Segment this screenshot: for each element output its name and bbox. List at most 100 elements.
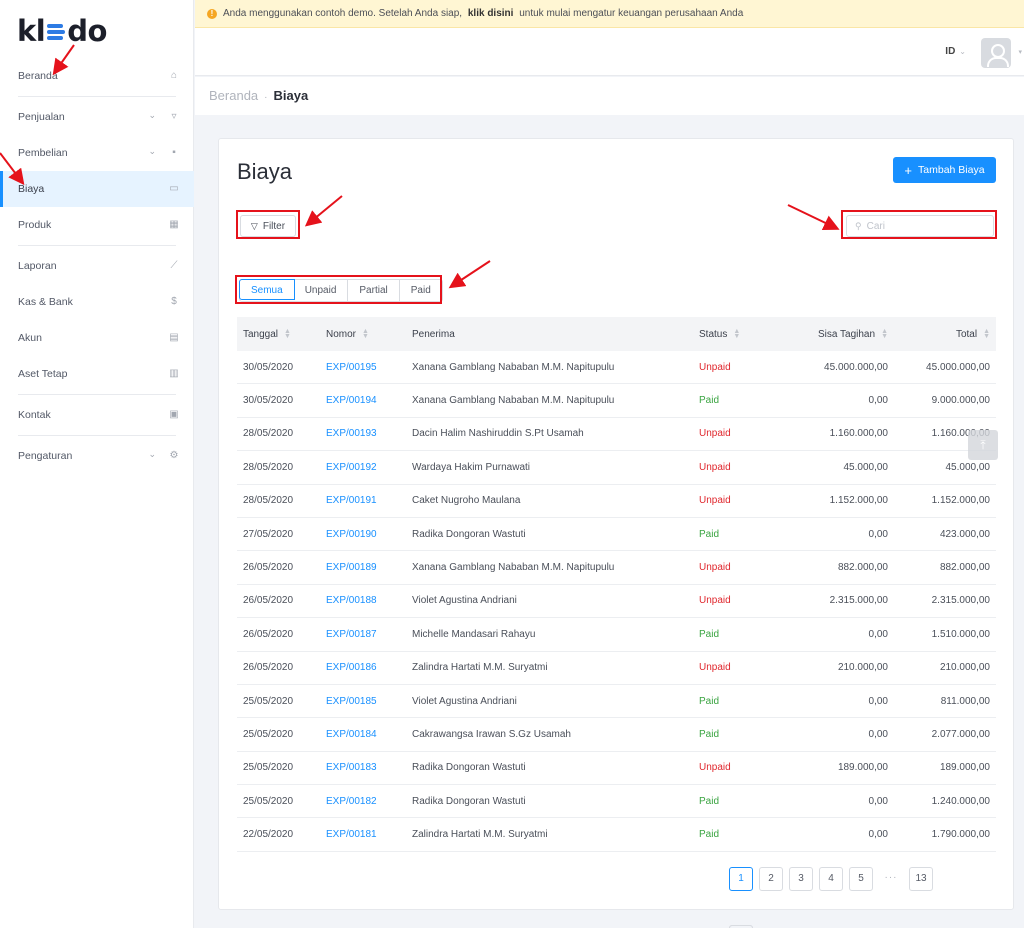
gears-icon: ⚙ — [169, 450, 179, 461]
cell-nomor-link[interactable]: EXP/00194 — [326, 395, 412, 406]
page-5-button[interactable]: 5 — [849, 867, 873, 891]
cell-total: 45.000,00 — [945, 461, 991, 473]
cell-penerima: Radika Dongoran Wastuti — [412, 528, 526, 540]
sidebar-item-kontak[interactable]: Kontak ▣ — [0, 397, 194, 433]
sort-icon: ▲ ▼ — [881, 327, 888, 340]
cell-status: Paid — [699, 628, 720, 640]
cell-status: Paid — [699, 795, 720, 807]
cell-penerima: Dacin Halim Nashiruddin S.Pt Usamah — [412, 428, 584, 440]
annotation-box-search — [841, 210, 997, 239]
cell-sisa-tagihan: 1.160.000,00 — [829, 428, 888, 440]
cell-total: 811.000,00 — [940, 695, 990, 707]
table-row[interactable]: 25/05/2020 EXP/00183 Radika Dongoran Wastu… — [237, 752, 996, 786]
cell-tanggal: 27/05/2020 — [243, 528, 294, 540]
table-row[interactable]: 22/05/2020 EXP/00181 Zalindra Hartati M.M.… — [237, 818, 996, 852]
sidebar-item-produk[interactable]: Produk ▦ — [0, 207, 194, 243]
cell-penerima: Violet Agustina Andriani — [412, 595, 517, 607]
col-header-nomor[interactable]: Nomor ▲ ▼ — [326, 328, 412, 340]
pagination-ellipsis[interactable]: ··· — [879, 867, 903, 891]
table-row[interactable]: 28/05/2020 EXP/00191 Caket Nugroho Maulana… — [237, 485, 996, 518]
cell-penerima: Radika Dongoran Wastuti — [412, 795, 526, 807]
cell-nomor-link[interactable]: EXP/00184 — [326, 729, 412, 740]
cell-nomor-link[interactable]: EXP/00186 — [326, 662, 412, 673]
cell-penerima: Zalindra Hartati M.M. Suryatmi — [412, 662, 548, 674]
table-row[interactable]: 26/05/2020 EXP/00186 Zalindra Hartati M.M.… — [237, 652, 996, 685]
cell-status: Unpaid — [699, 762, 731, 774]
table-row[interactable]: 25/05/2020 EXP/00184 Cakrawangsa Irawan S.… — [237, 718, 996, 752]
cell-total: 423.000,00 — [939, 528, 990, 540]
cell-tanggal: 30/05/2020 — [243, 361, 294, 373]
kledo-logo[interactable]: kl do — [17, 14, 107, 48]
cell-nomor-link[interactable]: EXP/00187 — [326, 629, 412, 640]
table-row[interactable]: 28/05/2020 EXP/00193 Dacin Halim Nashirudd… — [237, 418, 996, 452]
cell-nomor-link[interactable]: EXP/00192 — [326, 462, 412, 473]
breadcrumb-separator: · — [264, 92, 268, 103]
col-header-tanggal[interactable]: Tanggal ▲ ▼ — [237, 327, 326, 340]
cell-nomor-link[interactable]: EXP/00191 — [326, 495, 412, 506]
sidebar-item-beranda[interactable]: Beranda ⌂ — [0, 58, 194, 94]
expenses-table: Tanggal ▲ ▼ Nomor ▲ ▼ Penerima Status ▲ ▼ Sisa… — [237, 317, 996, 852]
table-row[interactable]: 26/05/2020 EXP/00188 Violet Agustina Andri… — [237, 585, 996, 619]
sidebar-item-pengaturan[interactable]: Pengaturan ⌄ ⚙ — [0, 438, 194, 474]
annotation-box-tabs — [235, 275, 442, 304]
page-3-button[interactable]: 3 — [789, 867, 813, 891]
cell-tanggal: 28/05/2020 — [243, 428, 294, 440]
add-expense-button[interactable]: + Tambah Biaya — [893, 157, 996, 183]
page-4-button[interactable]: 4 — [819, 867, 843, 891]
cell-nomor-link[interactable]: EXP/00181 — [326, 829, 412, 840]
col-header-total[interactable]: Total ▲ ▼ — [888, 328, 996, 340]
chevron-down-icon: ⌄ — [148, 110, 156, 120]
table-row[interactable]: 27/05/2020 EXP/00190 Radika Dongoran Wastu… — [237, 518, 996, 552]
cell-nomor-link[interactable]: EXP/00195 — [326, 362, 412, 373]
sort-icon: ▲ ▼ — [284, 327, 291, 340]
chevron-down-icon[interactable]: ▾ — [1018, 48, 1022, 56]
cell-nomor-link[interactable]: EXP/00189 — [326, 562, 412, 573]
divider — [18, 435, 176, 436]
scroll-to-top-button[interactable]: ⤒ — [968, 430, 998, 460]
table-row[interactable]: 30/05/2020 EXP/00195 Xanana Gamblang Nabab… — [237, 351, 996, 385]
building-icon: ▥ — [169, 368, 179, 379]
col-header-status[interactable]: Status ▲ ▼ — [699, 328, 779, 340]
banner-link[interactable]: klik disini — [468, 8, 514, 19]
sidebar-item-aset-tetap[interactable]: Aset Tetap ▥ — [0, 356, 194, 392]
table-row[interactable]: 26/05/2020 EXP/00187 Michelle Mandasari Ra… — [237, 618, 996, 652]
sidebar-item-label: Beranda — [18, 70, 58, 82]
sidebar-item-penjualan[interactable]: Penjualan ⌄ ▿ — [0, 99, 194, 135]
sidebar-item-kas-bank[interactable]: Kas & Bank $ — [0, 284, 194, 320]
cell-nomor-link[interactable]: EXP/00185 — [326, 696, 412, 707]
cell-nomor-link[interactable]: EXP/00188 — [326, 595, 412, 606]
table-row[interactable]: 28/05/2020 EXP/00192 Wardaya Hakim Purnawa… — [237, 451, 996, 485]
sidebar-item-akun[interactable]: Akun ▤ — [0, 320, 194, 356]
divider — [18, 394, 176, 395]
cell-sisa-tagihan: 1.152.000,00 — [829, 495, 888, 507]
cell-status: Unpaid — [699, 495, 731, 507]
avatar[interactable] — [981, 38, 1011, 68]
cell-nomor-link[interactable]: EXP/00182 — [326, 796, 412, 807]
cell-tanggal: 26/05/2020 — [243, 595, 294, 607]
breadcrumb-home[interactable]: Beranda — [209, 88, 258, 103]
cell-status: Unpaid — [699, 662, 731, 674]
cell-nomor-link[interactable]: EXP/00183 — [326, 762, 412, 773]
bag-icon: ▪ — [172, 147, 176, 158]
cell-sisa-tagihan: 0,00 — [868, 628, 888, 640]
page-last-button[interactable]: 13 — [909, 867, 933, 891]
cell-nomor-link[interactable]: EXP/00190 — [326, 529, 412, 540]
table-row[interactable]: 25/05/2020 EXP/00185 Violet Agustina Andri… — [237, 685, 996, 719]
sidebar-item-biaya[interactable]: Biaya ▭ — [0, 171, 194, 207]
sidebar-item-pembelian[interactable]: Pembelian ⌄ ▪ — [0, 135, 194, 171]
cell-nomor-link[interactable]: EXP/00193 — [326, 428, 412, 439]
col-header-sisa-tagihan[interactable]: Sisa Tagihan ▲ ▼ — [779, 327, 888, 340]
cell-tanggal: 25/05/2020 — [243, 762, 294, 774]
cell-sisa-tagihan: 45.000,00 — [843, 461, 889, 473]
page-1-button[interactable]: 1 — [729, 867, 753, 891]
table-row[interactable]: 25/05/2020 EXP/00182 Radika Dongoran Wastu… — [237, 785, 996, 819]
cell-total: 189.000,00 — [939, 762, 990, 774]
table-row[interactable]: 26/05/2020 EXP/00189 Xanana Gamblang Nabab… — [237, 551, 996, 585]
table-row[interactable]: 30/05/2020 EXP/00194 Xanana Gamblang Nabab… — [237, 384, 996, 418]
language-selector[interactable]: ID ⌄ — [945, 46, 966, 57]
cell-sisa-tagihan: 0,00 — [868, 728, 888, 740]
cell-penerima: Caket Nugroho Maulana — [412, 495, 521, 507]
page-2-button[interactable]: 2 — [759, 867, 783, 891]
sidebar-item-laporan[interactable]: Laporan ⟋ — [0, 248, 194, 284]
plus-icon: + — [904, 162, 913, 178]
